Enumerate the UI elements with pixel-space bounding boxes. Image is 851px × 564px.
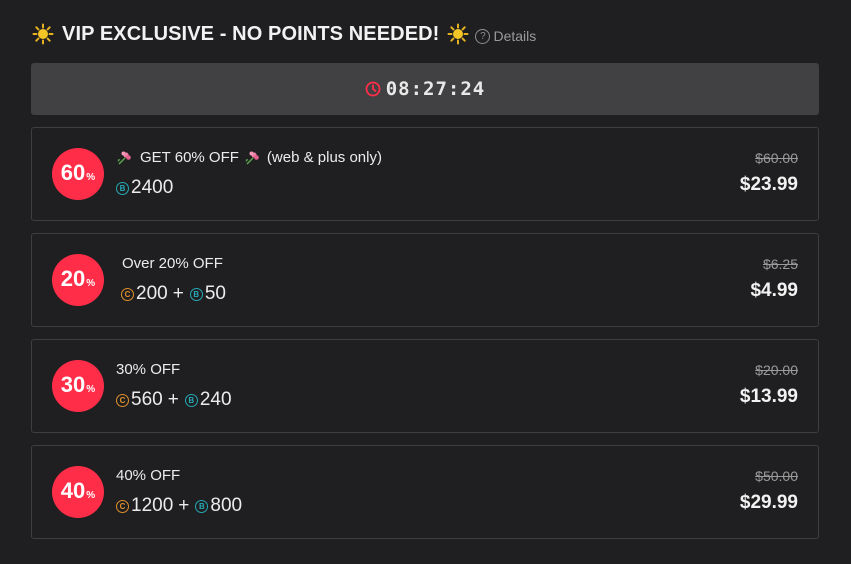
original-price: $60.00 bbox=[755, 150, 798, 166]
plus-sign: + bbox=[178, 495, 190, 516]
sale-price: $23.99 bbox=[739, 174, 798, 195]
sale-price: $13.99 bbox=[739, 386, 798, 407]
vip-offers-page: VIP EXCLUSIVE - NO POINTS NEEDED! ? Deta… bbox=[0, 0, 851, 564]
cost-amount: 200 bbox=[136, 283, 168, 304]
offer-costs: C 200 + B 50 bbox=[121, 283, 226, 305]
discount-badge: 60% bbox=[52, 148, 104, 200]
badge-number: 40 bbox=[60, 478, 86, 503]
b-coin-icon: B bbox=[195, 499, 209, 513]
offer-title-text: GET 60% OFF bbox=[140, 149, 239, 166]
discount-badge: 30% bbox=[52, 360, 104, 412]
cost-amount: 1200 bbox=[131, 495, 174, 516]
badge-number: 60 bbox=[60, 160, 86, 185]
badge-number: 30 bbox=[60, 372, 86, 397]
vip-header: VIP EXCLUSIVE - NO POINTS NEEDED! ? Deta… bbox=[32, 20, 536, 48]
details-link[interactable]: ? Details bbox=[475, 28, 536, 44]
cost-amount: 560 bbox=[131, 389, 163, 410]
offer-title: GET 60% OFF (web & plus only) bbox=[116, 149, 382, 166]
offer-title: 40% OFF bbox=[116, 467, 180, 484]
c-coin-icon: C bbox=[116, 393, 129, 407]
offer-title-suffix: (web & plus only) bbox=[266, 149, 382, 166]
clock-icon bbox=[365, 81, 381, 97]
cost-amount: 2400 bbox=[131, 177, 174, 198]
b-coin-icon: B bbox=[184, 393, 198, 407]
offer-costs: B 2400 bbox=[116, 177, 173, 199]
original-price: $50.00 bbox=[755, 468, 798, 484]
discount-badge: 40% bbox=[52, 466, 104, 518]
original-price: $6.25 bbox=[762, 256, 798, 272]
question-icon: ? bbox=[475, 28, 491, 44]
offer-card-30[interactable]: 30% 30% OFF C 560 + B 240 $20.00 $13.99 bbox=[31, 339, 819, 433]
badge-percent: % bbox=[86, 384, 96, 395]
sale-price: $4.99 bbox=[750, 280, 798, 301]
offer-costs: C 1200 + B 800 bbox=[116, 495, 242, 517]
badge-percent: % bbox=[86, 490, 96, 501]
plus-sign: + bbox=[167, 389, 179, 410]
sale-price: $29.99 bbox=[739, 492, 798, 513]
flower-icon bbox=[117, 151, 131, 165]
details-label: Details bbox=[493, 28, 537, 44]
badge-number: 20 bbox=[60, 266, 86, 291]
offer-title: 30% OFF bbox=[116, 361, 180, 378]
c-coin-icon: C bbox=[116, 499, 129, 513]
offer-title-text: 30% OFF bbox=[116, 361, 181, 378]
offer-title-text: Over 20% OFF bbox=[122, 255, 223, 272]
offer-card-20[interactable]: 20% Over 20% OFF C 200 + B 50 $6.25 $4.9… bbox=[31, 233, 819, 327]
badge-percent: % bbox=[86, 172, 96, 183]
countdown-timer: 08:27:24 bbox=[31, 63, 819, 115]
sun-icon bbox=[447, 23, 469, 45]
offer-title: Over 20% OFF bbox=[122, 255, 223, 272]
offer-costs: C 560 + B 240 bbox=[116, 389, 232, 411]
cost-amount: 240 bbox=[199, 389, 232, 410]
offer-card-60[interactable]: 60% GET 60% OFF (web & plus only) B 2400… bbox=[31, 127, 819, 221]
c-coin-icon: C bbox=[121, 287, 134, 301]
plus-sign: + bbox=[172, 283, 184, 304]
b-coin-icon: B bbox=[116, 181, 129, 195]
b-coin-icon: B bbox=[189, 287, 203, 301]
badge-percent: % bbox=[86, 278, 96, 289]
cost-amount: 800 bbox=[210, 495, 243, 516]
original-price: $20.00 bbox=[755, 362, 798, 378]
page-title: VIP EXCLUSIVE - NO POINTS NEEDED! bbox=[62, 22, 440, 45]
flower-icon bbox=[245, 151, 259, 165]
timer-value: 08:27:24 bbox=[385, 78, 486, 100]
sun-icon bbox=[32, 23, 54, 45]
discount-badge: 20% bbox=[52, 254, 104, 306]
cost-amount: 50 bbox=[204, 283, 226, 304]
offer-card-40[interactable]: 40% 40% OFF C 1200 + B 800 $50.00 $29.99 bbox=[31, 445, 819, 539]
offer-title-text: 40% OFF bbox=[116, 467, 181, 484]
